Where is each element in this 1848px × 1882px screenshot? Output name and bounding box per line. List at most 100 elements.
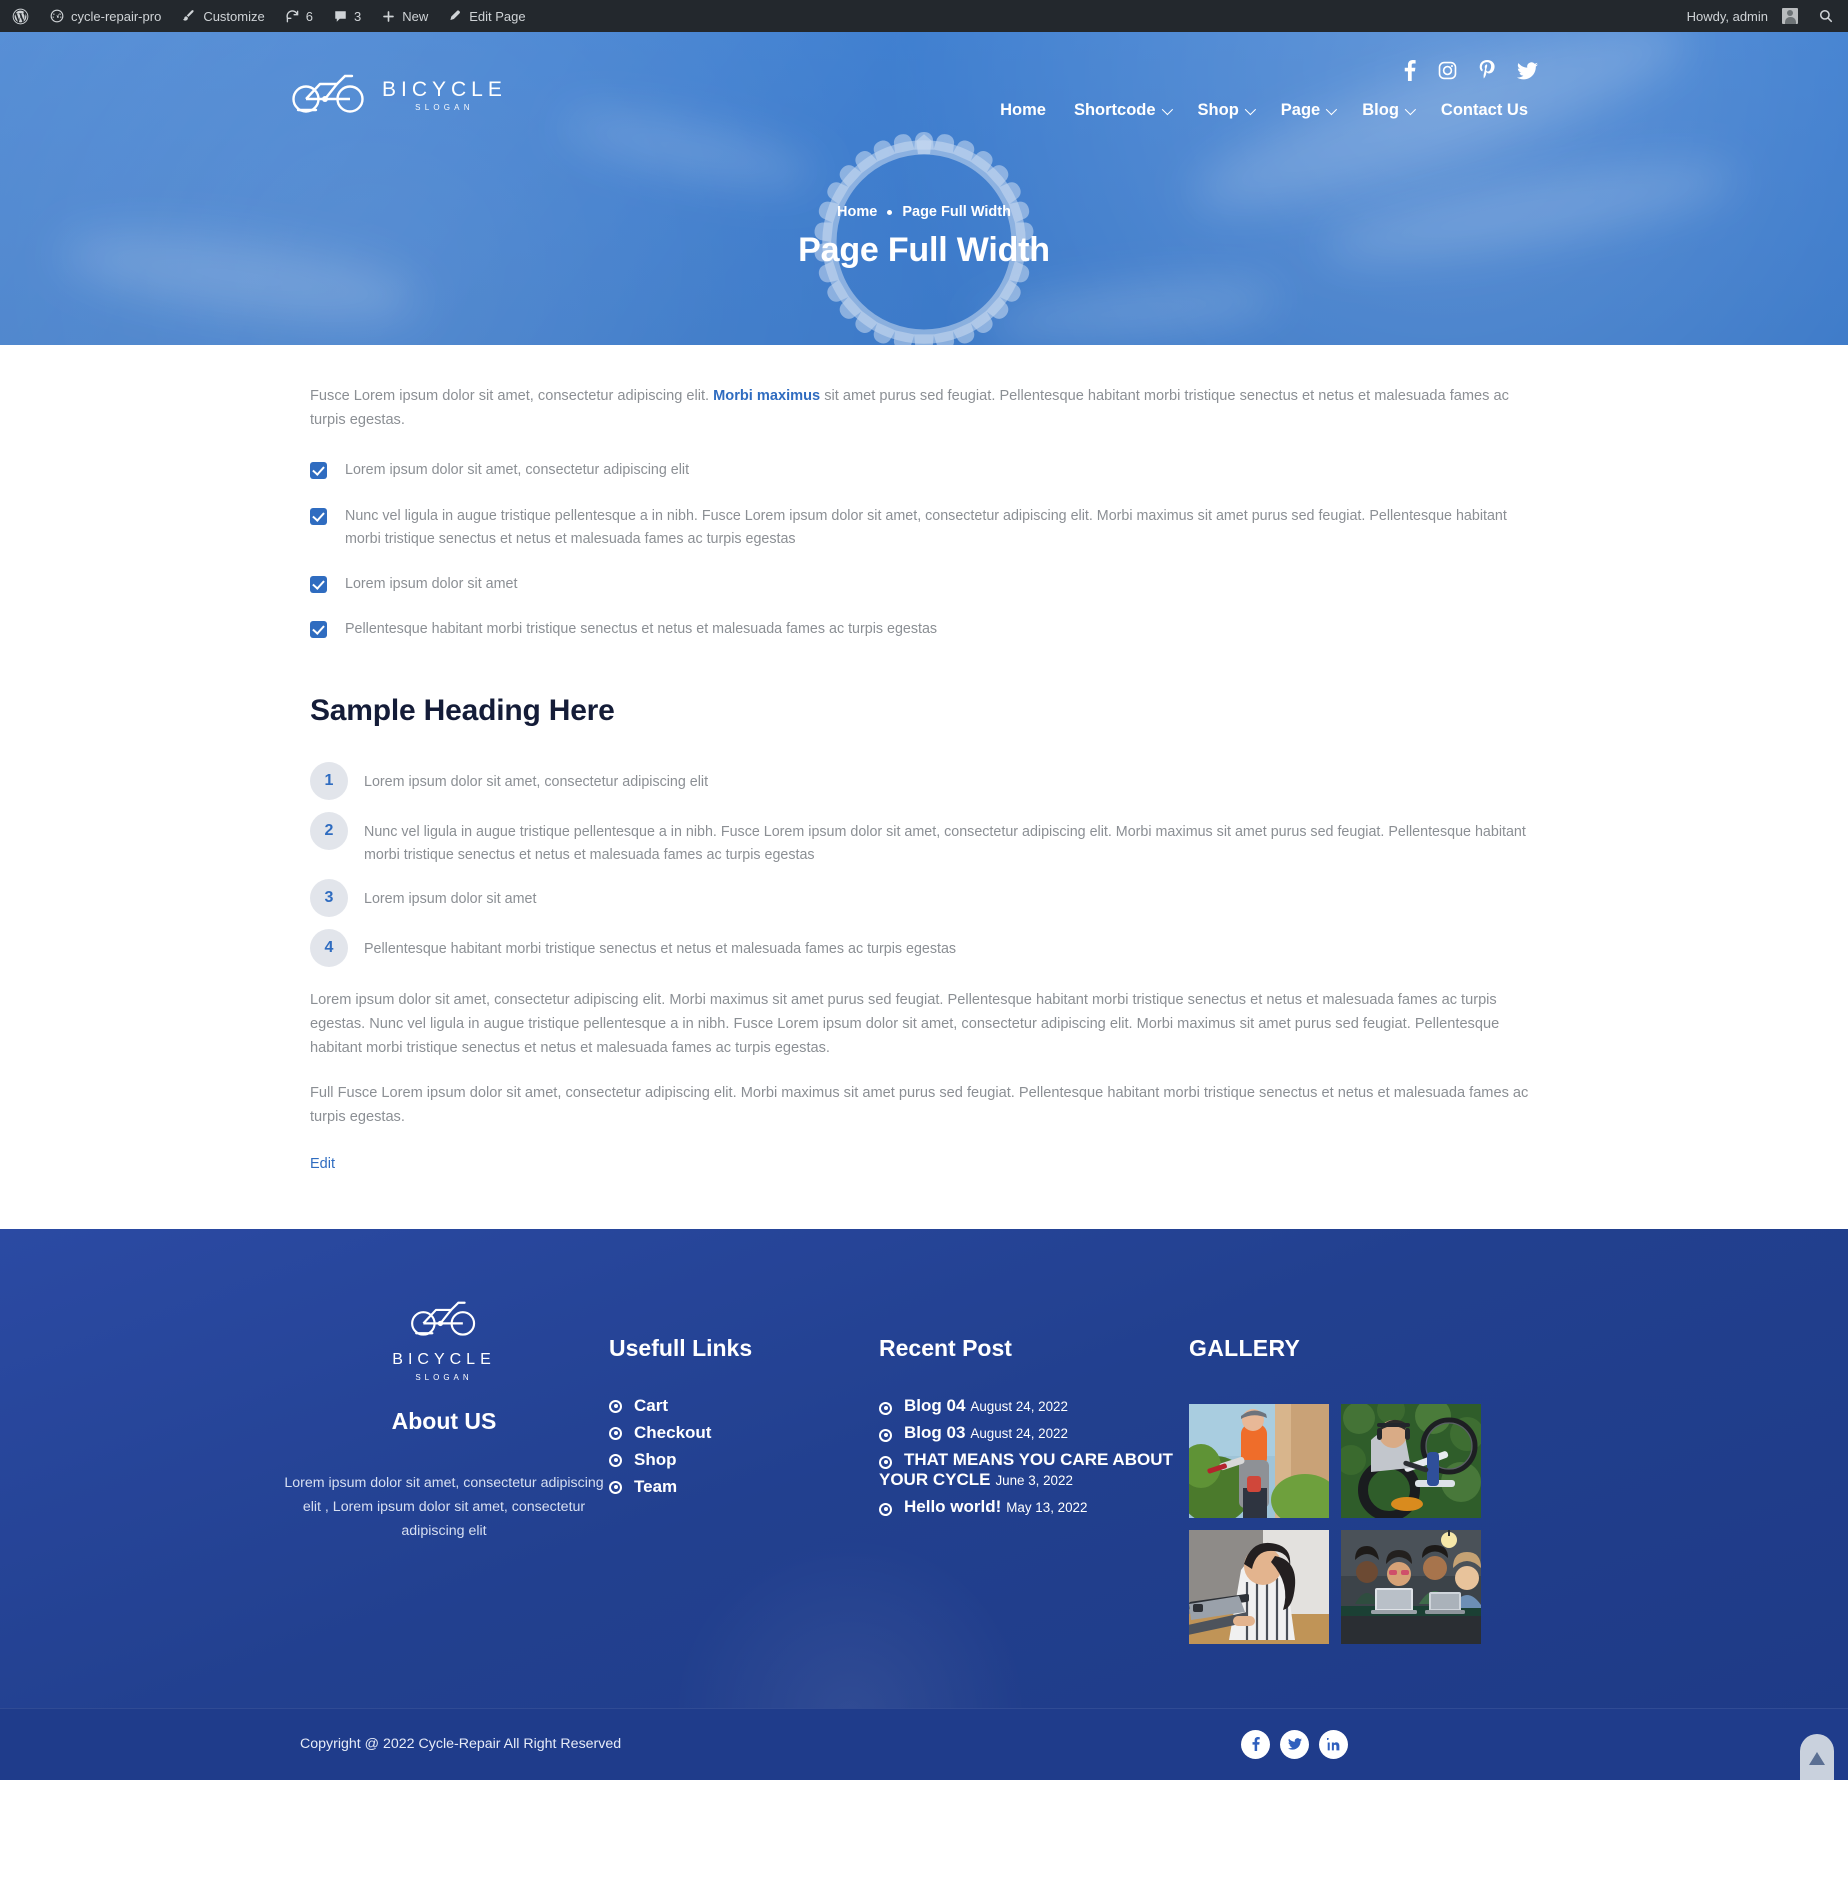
arrow-up-icon: [1809, 1752, 1825, 1766]
list-item-text: Nunc vel ligula in augue tristique pelle…: [364, 823, 1526, 864]
site-name-label: cycle-repair-pro: [71, 8, 162, 24]
checklist-text: Lorem ipsum dolor sit amet: [345, 576, 518, 593]
header-social-links: [1404, 60, 1538, 81]
edit-page-label: Edit Page: [469, 8, 526, 24]
list-item: 3 Lorem ipsum dolor sit amet: [310, 879, 1538, 918]
recent-post-date: August 24, 2022: [970, 1398, 1068, 1414]
back-to-top-button[interactable]: [1800, 1733, 1834, 1780]
chevron-down-icon: [1404, 103, 1416, 115]
footer-columns: BICYCLE SLOGAN About US Lorem ipsum dolo…: [279, 1229, 1569, 1708]
list-item: 4 Pellentesque habitant morbi tristique …: [310, 929, 1538, 968]
footer-about-text: Lorem ipsum dolor sit amet, consectetur …: [284, 1474, 604, 1540]
facebook-icon[interactable]: [1241, 1729, 1270, 1759]
list-number-badge: 1: [310, 761, 348, 800]
nav-item-shortcode[interactable]: Shortcode: [1060, 95, 1184, 126]
instagram-icon[interactable]: [1438, 60, 1457, 81]
nav-item-contact-us[interactable]: Contact Us: [1427, 95, 1542, 126]
site-logo-slogan: SLOGAN: [415, 103, 474, 112]
nav-label: Page: [1280, 101, 1321, 119]
linkedin-icon[interactable]: [1319, 1729, 1348, 1759]
breadcrumb-separator-dot: [887, 209, 893, 215]
list-number-badge: 2: [310, 811, 348, 850]
list-item: 2 Nunc vel ligula in augue tristique pel…: [310, 811, 1538, 868]
twitter-icon[interactable]: [1517, 60, 1538, 81]
site-logo-title: BICYCLE: [382, 78, 507, 101]
recent-post-item[interactable]: Blog 03 August 24, 2022: [879, 1423, 1189, 1443]
list-item-text: Pellentesque habitant morbi tristique se…: [364, 941, 957, 958]
nav-item-page[interactable]: Page: [1267, 95, 1348, 126]
recent-post-item[interactable]: Blog 04 August 24, 2022: [879, 1396, 1189, 1416]
footer-recent-list: Blog 04 August 24, 2022 Blog 03 August 24,…: [879, 1396, 1189, 1517]
edit-page-button[interactable]: Edit Page: [438, 0, 535, 32]
footer-logo[interactable]: BICYCLE SLOGAN: [279, 1299, 609, 1382]
site-footer: BICYCLE SLOGAN About US Lorem ipsum dolo…: [0, 1228, 1848, 1780]
wordpress-icon: [12, 8, 29, 25]
site-header: BICYCLE SLOGAN Home Shortcode Shop Page …: [0, 32, 1848, 126]
footer-links-list: Cart Checkout Shop Team: [609, 1396, 879, 1497]
list-number-badge: 3: [310, 879, 348, 918]
footer-recent-heading: Recent Post: [879, 1334, 1012, 1361]
my-account-menu[interactable]: Howdy, admin: [1677, 0, 1808, 32]
list-item-text: Lorem ipsum dolor sit amet, consectetur …: [364, 773, 709, 790]
checkbox-checked-icon[interactable]: [310, 621, 327, 639]
comment-icon: [333, 9, 348, 24]
recent-post-item[interactable]: Hello world! May 13, 2022: [879, 1497, 1189, 1517]
twitter-icon[interactable]: [1280, 1729, 1309, 1759]
new-content-button[interactable]: New: [371, 0, 438, 32]
page-hero-banner: BICYCLE SLOGAN Home Shortcode Shop Page …: [0, 32, 1848, 345]
pinterest-icon[interactable]: [1479, 60, 1495, 81]
footer-about-heading: About US: [391, 1407, 497, 1434]
target-bullet-icon: [879, 1428, 892, 1442]
gallery-image-team-meeting[interactable]: [1341, 1529, 1481, 1644]
bicycle-logo-icon: [409, 1299, 479, 1342]
target-bullet-icon: [609, 1426, 622, 1440]
site-name-menu[interactable]: cycle-repair-pro: [39, 0, 171, 32]
nav-item-shop[interactable]: Shop: [1184, 95, 1267, 126]
facebook-icon[interactable]: [1404, 60, 1416, 81]
footer-link-cart[interactable]: Cart: [609, 1396, 879, 1416]
checkbox-checked-icon[interactable]: [310, 462, 327, 480]
breadcrumb: Home Page Full Width: [0, 204, 1848, 220]
numbered-list: 1 Lorem ipsum dolor sit amet, consectetu…: [310, 761, 1538, 968]
admin-search-button[interactable]: [1808, 0, 1844, 32]
hero-center-block: Home Page Full Width Page Full Width: [0, 204, 1848, 270]
target-bullet-icon: [609, 1480, 622, 1494]
footer-column-about: BICYCLE SLOGAN About US Lorem ipsum dolo…: [279, 1285, 609, 1644]
footer-links-heading: Usefull Links: [609, 1334, 753, 1361]
footer-link-shop[interactable]: Shop: [609, 1450, 879, 1470]
nav-item-home[interactable]: Home: [986, 95, 1060, 126]
wp-logo-menu[interactable]: [2, 0, 39, 32]
updates-count: 6: [305, 8, 313, 24]
customize-button[interactable]: Customize: [171, 0, 274, 32]
recent-post-title: Blog 03: [904, 1422, 966, 1442]
recent-post-date: May 13, 2022: [1006, 1499, 1088, 1515]
checkbox-list: Lorem ipsum dolor sit amet, consectetur …: [310, 459, 1538, 641]
footer-link-label: Cart: [634, 1395, 669, 1415]
footer-column-gallery: GALLERY: [1189, 1285, 1569, 1644]
updates-button[interactable]: 6: [275, 0, 323, 32]
search-icon: [1818, 8, 1834, 24]
nav-label: Shop: [1197, 101, 1239, 119]
checkbox-checked-icon[interactable]: [310, 576, 327, 594]
footer-logo-title: BICYCLE: [392, 1350, 496, 1368]
nav-item-blog[interactable]: Blog: [1348, 95, 1427, 126]
intro-bold-link[interactable]: Morbi maximus: [713, 388, 820, 404]
footer-link-checkout[interactable]: Checkout: [609, 1423, 879, 1443]
copyright-inner: Copyright @ 2022 Cycle-Repair All Right …: [0, 1729, 1848, 1759]
comments-button[interactable]: 3: [323, 0, 371, 32]
list-item: Pellentesque habitant morbi tristique se…: [310, 618, 1538, 641]
edit-post-link[interactable]: Edit: [310, 1156, 335, 1172]
gallery-image-woman-using-laptop[interactable]: [1189, 1529, 1329, 1644]
checklist-text: Lorem ipsum dolor sit amet, consectetur …: [345, 462, 690, 479]
checkbox-checked-icon[interactable]: [310, 507, 327, 525]
wp-admin-bar: cycle-repair-pro Customize 6 3 New Edit …: [0, 0, 1848, 32]
gallery-image-man-repairing-bicycle[interactable]: [1341, 1403, 1481, 1518]
site-logo[interactable]: BICYCLE SLOGAN: [64, 32, 507, 119]
footer-link-label: Shop: [634, 1449, 677, 1469]
footer-link-team[interactable]: Team: [609, 1477, 879, 1497]
comments-count: 3: [353, 8, 362, 24]
list-item: Lorem ipsum dolor sit amet, consectetur …: [310, 459, 1538, 482]
gallery-image-worker-trimming-hedge[interactable]: [1189, 1403, 1329, 1518]
breadcrumb-home-link[interactable]: Home: [837, 204, 877, 220]
recent-post-item[interactable]: THAT MEANS YOU CARE ABOUT YOUR CYCLE June…: [879, 1450, 1189, 1490]
